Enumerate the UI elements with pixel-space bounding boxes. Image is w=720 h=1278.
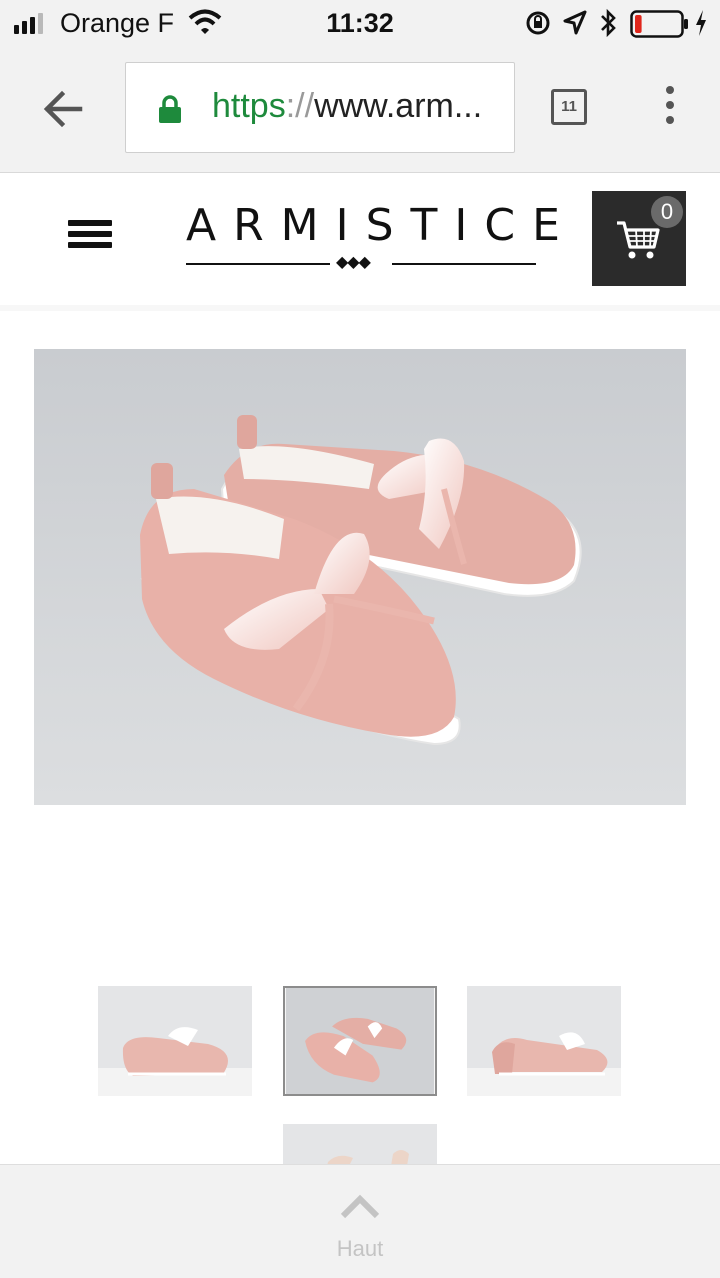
status-bar: Orange F 11:32 — [0, 0, 720, 48]
cart-count-badge: 0 — [651, 196, 683, 228]
thumbnail-3[interactable] — [467, 986, 621, 1096]
logo-rule — [392, 263, 536, 265]
tab-switcher-button[interactable]: 11 — [551, 89, 587, 125]
logo-diamonds: ◆◆◆ — [336, 254, 371, 271]
thumbnail-4[interactable] — [283, 1124, 437, 1166]
url-separator: :// — [285, 87, 315, 125]
cart-button[interactable]: 0 — [592, 191, 686, 286]
thumbnail-2[interactable] — [283, 986, 437, 1096]
charging-icon — [696, 10, 706, 36]
thumbnail-1[interactable] — [98, 986, 252, 1096]
url-scheme: https — [212, 87, 286, 125]
location-icon — [563, 10, 587, 35]
site-logo[interactable]: ARMISTICE ◆◆◆ — [186, 200, 560, 280]
logo-rule — [186, 263, 330, 265]
product-main-image[interactable] — [34, 349, 686, 805]
bottom-bar: Haut — [0, 1164, 720, 1278]
hamburger-menu-icon[interactable] — [68, 220, 112, 256]
chevron-up-icon — [340, 1194, 380, 1219]
cart-icon — [617, 221, 660, 259]
url-text: https://www.arm... — [212, 87, 482, 126]
logo-text: ARMISTICE — [186, 200, 577, 251]
url-host: www.arm... — [314, 87, 483, 125]
address-bar[interactable]: https://www.arm... — [125, 62, 515, 153]
back-arrow-icon[interactable] — [40, 86, 86, 132]
back-to-top-button[interactable]: Haut — [310, 1191, 410, 1271]
back-to-top-label: Haut — [336, 1236, 384, 1261]
browser-toolbar: https://www.arm... 11 — [0, 48, 720, 173]
rotation-lock-icon — [526, 11, 550, 35]
site-header: ARMISTICE ◆◆◆ 0 — [0, 173, 720, 311]
more-vert-icon[interactable] — [656, 86, 684, 132]
lock-icon — [159, 95, 181, 123]
bluetooth-icon — [601, 8, 616, 38]
battery-icon — [630, 10, 688, 38]
